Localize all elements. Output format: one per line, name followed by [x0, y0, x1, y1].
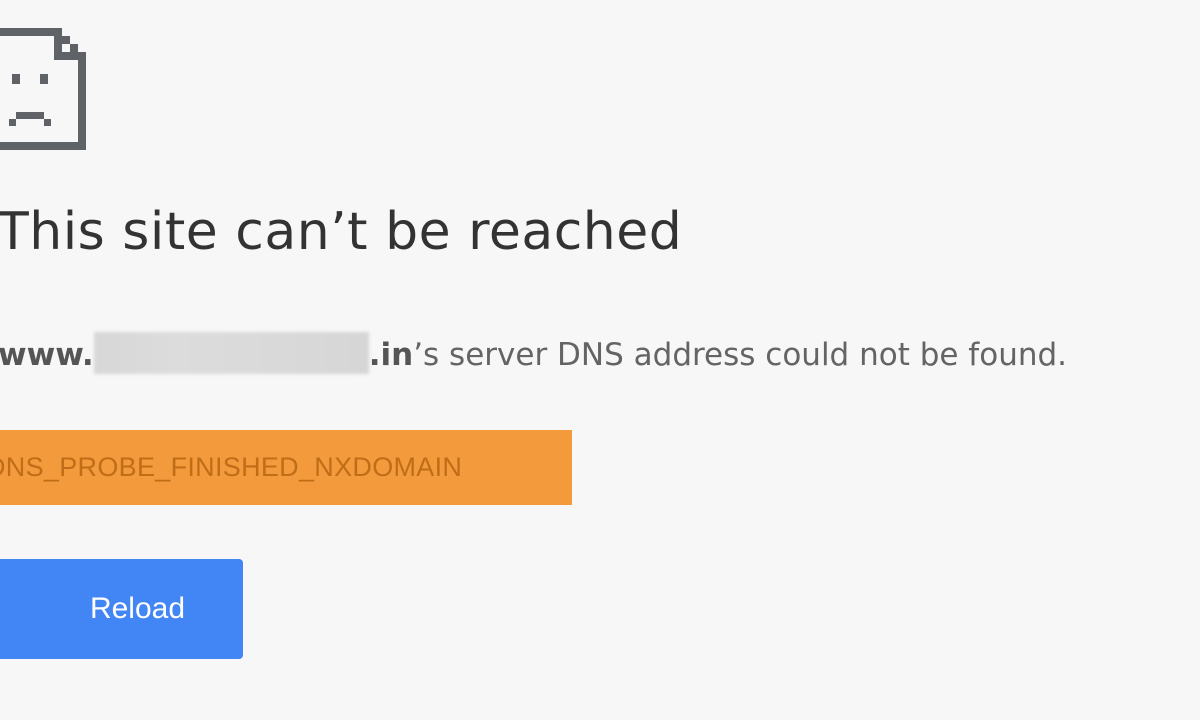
error-code-highlight: DNS_PROBE_FINISHED_NXDOMAIN [0, 430, 572, 505]
sad-page-icon [0, 28, 86, 150]
error-message: www. .in’s server DNS address could not b… [0, 330, 1067, 380]
redacted-hostname [93, 332, 369, 374]
error-message-text: ’s server DNS address could not be found… [413, 337, 1068, 373]
error-code: DNS_PROBE_FINISHED_NXDOMAIN [0, 452, 463, 482]
reload-button[interactable]: Reload [0, 559, 243, 659]
host-suffix: .in [368, 337, 414, 373]
host-prefix: www. [0, 337, 94, 373]
error-page: This site can’t be reached www. .in’s ser… [0, 0, 1200, 720]
page-title: This site can’t be reached [0, 202, 683, 262]
